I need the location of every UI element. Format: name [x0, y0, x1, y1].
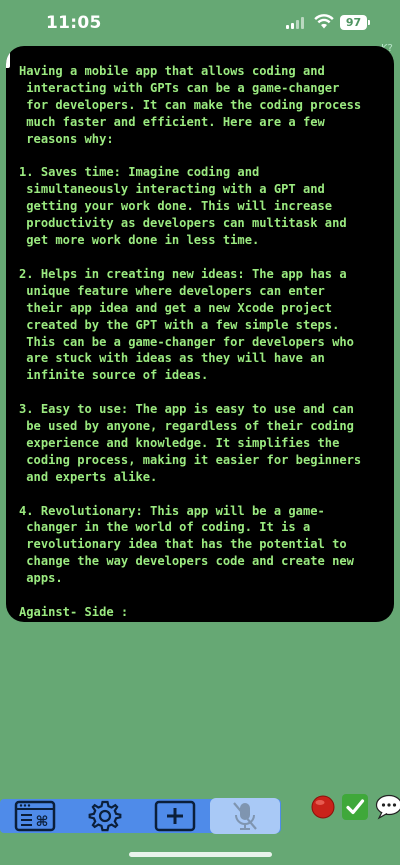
- cellular-signal-icon: [286, 17, 304, 29]
- add-icon: [154, 800, 196, 832]
- microphone-button[interactable]: [210, 798, 280, 834]
- home-indicator: [129, 852, 272, 857]
- terminal-line: revolutionary idea that has the potentia…: [19, 537, 347, 552]
- bottom-toolbar: ⌘: [0, 798, 400, 838]
- terminal-panel[interactable]: Having a mobile app that allows coding a…: [6, 46, 394, 622]
- terminal-line: 1. Saves time: Imagine coding and: [19, 165, 260, 180]
- terminal-line: reasons why:: [19, 131, 114, 146]
- terminal-line: Having a mobile app that allows coding a…: [19, 64, 325, 78]
- svg-text:⌘: ⌘: [36, 814, 49, 830]
- terminal-line: experience and knowledge. It simplifies …: [19, 435, 340, 450]
- chat-button[interactable]: [374, 794, 400, 820]
- terminal-line: and experts alike.: [19, 469, 158, 484]
- terminal-line: much faster and efficient. Here are a fe…: [19, 114, 325, 129]
- terminal-line: apps.: [19, 571, 63, 586]
- terminal-line: coding process, making it easier for beg…: [19, 452, 362, 467]
- terminal-line: be used by anyone, regardless of their c…: [19, 419, 354, 434]
- resize-handle[interactable]: [6, 50, 10, 68]
- terminal-command-button[interactable]: ⌘: [12, 798, 58, 834]
- terminal-line: changer in the world of coding. It is a: [19, 520, 311, 535]
- battery-indicator: 97: [340, 15, 370, 30]
- terminal-line: 3. Easy to use: The app is easy to use a…: [19, 402, 354, 417]
- terminal-line: simultaneously interacting with a GPT an…: [19, 182, 325, 197]
- terminal-line: for developers. It can make the coding p…: [19, 97, 362, 112]
- stop-icon: [311, 795, 335, 819]
- terminal-line: are stuck with ideas as they will have a…: [19, 351, 325, 366]
- add-button[interactable]: [154, 798, 196, 834]
- approve-button[interactable]: [342, 794, 368, 820]
- terminal-line: their app idea and get a new Xcode proje…: [19, 300, 333, 315]
- terminal-line: interacting with GPTs can be a game-chan…: [19, 80, 340, 95]
- settings-button[interactable]: [86, 798, 124, 834]
- status-bar: 11:05 97 K?: [0, 0, 400, 54]
- terminal-line: 2. Helps in creating new ideas: The app …: [19, 266, 347, 281]
- microphone-muted-icon: [233, 802, 257, 830]
- speech-bubble-icon: [375, 794, 400, 820]
- terminal-line: unique feature where developers can ente…: [19, 283, 325, 298]
- stop-button[interactable]: [310, 794, 336, 820]
- terminal-line: created by the GPT with a few simple ste…: [19, 317, 340, 332]
- gear-icon: [88, 800, 122, 832]
- terminal-output: Having a mobile app that allows coding a…: [19, 63, 385, 621]
- terminal-line: infinite source of ideas.: [19, 368, 209, 383]
- terminal-command-icon: ⌘: [14, 800, 56, 832]
- terminal-line: productivity as developers can multitask…: [19, 216, 347, 231]
- terminal-line: This can be a game-changer for developer…: [19, 334, 354, 349]
- check-icon: [346, 799, 365, 815]
- terminal-line: change the way developers code and creat…: [19, 554, 354, 569]
- status-time: 11:05: [46, 13, 102, 33]
- terminal-line: get more work done in less time.: [19, 233, 260, 248]
- wifi-icon: [314, 14, 334, 29]
- terminal-line: getting your work done. This will increa…: [19, 199, 333, 214]
- terminal-line: 4. Revolutionary: This app will be a gam…: [19, 503, 325, 518]
- terminal-line: Against- Side :: [19, 605, 129, 619]
